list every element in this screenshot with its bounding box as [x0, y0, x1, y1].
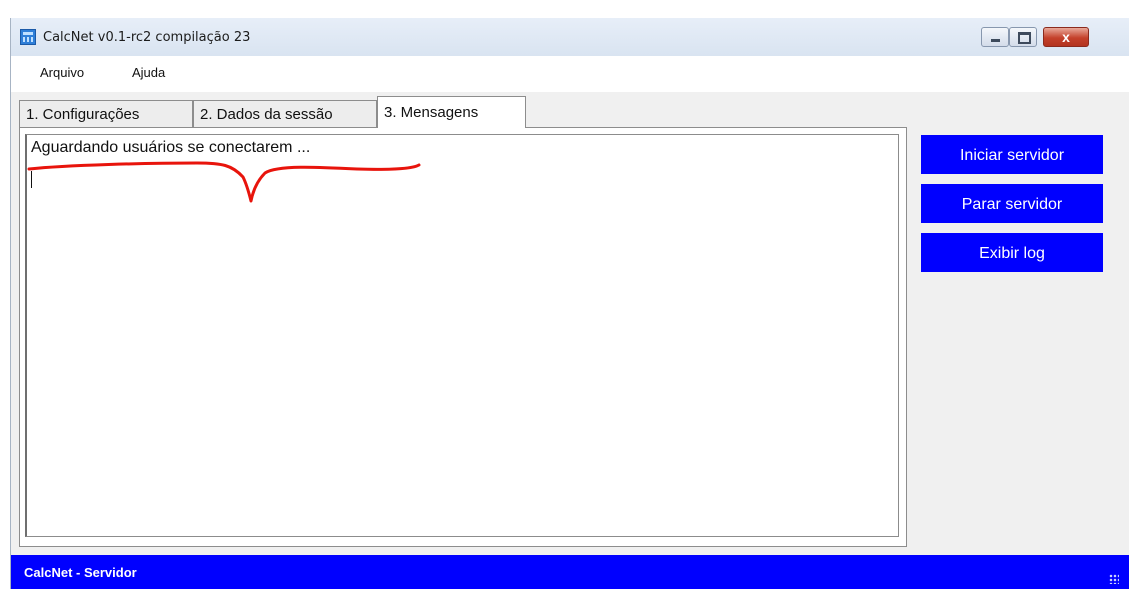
red-annotation-mark: [27, 161, 421, 203]
close-glyph: x: [1062, 29, 1070, 45]
menu-item-arquivo[interactable]: Arquivo: [40, 65, 84, 80]
app-window: CalcNet v0.1-rc2 compilação 23 x Arquivo…: [10, 18, 1129, 589]
stop-server-button[interactable]: Parar servidor: [921, 184, 1103, 223]
status-text: CalcNet - Servidor: [24, 565, 137, 580]
title-bar[interactable]: CalcNet v0.1-rc2 compilação 23 x: [11, 18, 1129, 56]
close-icon[interactable]: x: [1043, 27, 1089, 47]
menu-bar: Arquivo Ajuda: [11, 56, 1129, 92]
messages-textarea[interactable]: Aguardando usuários se conectarem ...: [25, 134, 899, 537]
window-title: CalcNet v0.1-rc2 compilação 23: [43, 30, 251, 45]
minimize-icon[interactable]: [981, 27, 1009, 47]
resize-grip-icon[interactable]: [1109, 574, 1119, 584]
show-log-button[interactable]: Exibir log: [921, 233, 1103, 272]
tab-mensagens[interactable]: 3. Mensagens: [377, 96, 526, 128]
messages-panel: Aguardando usuários se conectarem ...: [19, 127, 907, 547]
menu-item-ajuda[interactable]: Ajuda: [132, 65, 165, 80]
maximize-icon[interactable]: [1009, 27, 1037, 47]
tab-configuracoes[interactable]: 1. Configurações: [19, 100, 193, 128]
tab-dados-da-sessao[interactable]: 2. Dados da sessão: [193, 100, 377, 128]
status-bar: CalcNet - Servidor: [11, 555, 1129, 589]
calculator-icon: [20, 29, 36, 45]
start-server-button[interactable]: Iniciar servidor: [921, 135, 1103, 174]
